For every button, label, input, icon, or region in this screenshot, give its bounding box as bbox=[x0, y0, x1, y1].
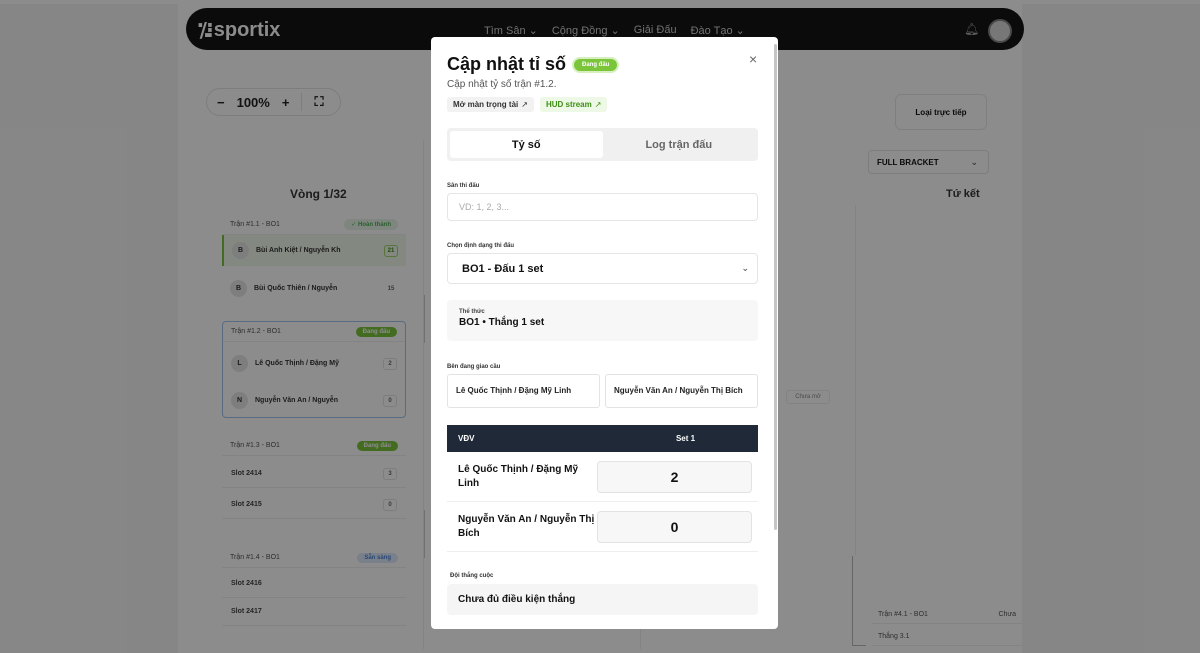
format-label: Chọn định dạng thi đấu bbox=[447, 243, 514, 249]
player-name: Nguyễn Văn An / Nguyễn Thị Bích bbox=[458, 514, 595, 539]
rule-info-box: Thể thức BO1 • Thắng 1 set bbox=[447, 300, 758, 341]
court-input[interactable] bbox=[447, 193, 758, 221]
player-name: Lê Quốc Thịnh / Đặng Mỹ Linh bbox=[458, 464, 578, 489]
winner-value: Chưa đủ điều kiện thắng bbox=[447, 584, 758, 615]
external-link-icon: ↗ bbox=[594, 100, 602, 109]
format-select[interactable]: BO1 - Đấu 1 set ⌄ bbox=[447, 253, 758, 284]
modal-scrollbar[interactable] bbox=[774, 44, 777, 530]
score-table-header: VĐV Set 1 bbox=[447, 425, 758, 452]
tab-score[interactable]: Tỷ số bbox=[450, 131, 603, 158]
serving-side-option-2[interactable]: Nguyễn Văn An / Nguyễn Thị Bích bbox=[605, 374, 758, 408]
quick-links: Mở màn trọng tài ↗ HUD stream ↗ bbox=[447, 97, 608, 112]
set1-score-input[interactable] bbox=[597, 510, 752, 543]
serving-side-option-1[interactable]: Lê Quốc Thịnh / Đặng Mỹ Linh bbox=[447, 374, 600, 408]
referee-screen-label: Mở màn trọng tài bbox=[453, 100, 519, 109]
update-score-modal: Cập nhật tỉ số Đang đấu × Cập nhật tỷ số… bbox=[431, 37, 778, 629]
chevron-down-icon: ⌄ bbox=[741, 263, 749, 273]
player-column-header: VĐV bbox=[458, 434, 475, 443]
winner-label: Đội thắng cuộc bbox=[450, 573, 494, 579]
modal-tabs: Tỷ số Log trận đấu bbox=[447, 128, 758, 161]
status-badge: Đang đấu bbox=[572, 56, 620, 73]
set1-score-input[interactable] bbox=[597, 460, 752, 493]
hud-stream-label: HUD stream bbox=[545, 100, 592, 109]
rule-value: BO1 • Thắng 1 set bbox=[459, 317, 545, 328]
score-row: Nguyễn Văn An / Nguyễn Thị Bích bbox=[447, 502, 758, 552]
hud-stream-link[interactable]: HUD stream ↗ bbox=[539, 97, 608, 112]
score-row: Lê Quốc Thịnh / Đặng Mỹ Linh bbox=[447, 452, 758, 502]
external-link-icon: ↗ bbox=[521, 100, 528, 109]
serving-side-label: Bên đang giao cầu bbox=[447, 364, 501, 370]
referee-screen-link[interactable]: Mở màn trọng tài ↗ bbox=[447, 97, 534, 112]
tab-match-log[interactable]: Log trận đấu bbox=[603, 131, 756, 158]
close-icon[interactable]: × bbox=[749, 51, 757, 67]
court-label: Sân thi đấu bbox=[447, 183, 480, 189]
modal-header: Cập nhật tỉ số Đang đấu bbox=[447, 54, 620, 75]
modal-subtitle: Cập nhật tỷ số trận #1.2. bbox=[447, 79, 557, 90]
format-selected-value: BO1 - Đấu 1 set bbox=[462, 262, 544, 275]
set1-column-header: Set 1 bbox=[675, 434, 696, 443]
modal-title: Cập nhật tỉ số bbox=[447, 54, 567, 74]
rule-label: Thể thức bbox=[459, 309, 485, 315]
